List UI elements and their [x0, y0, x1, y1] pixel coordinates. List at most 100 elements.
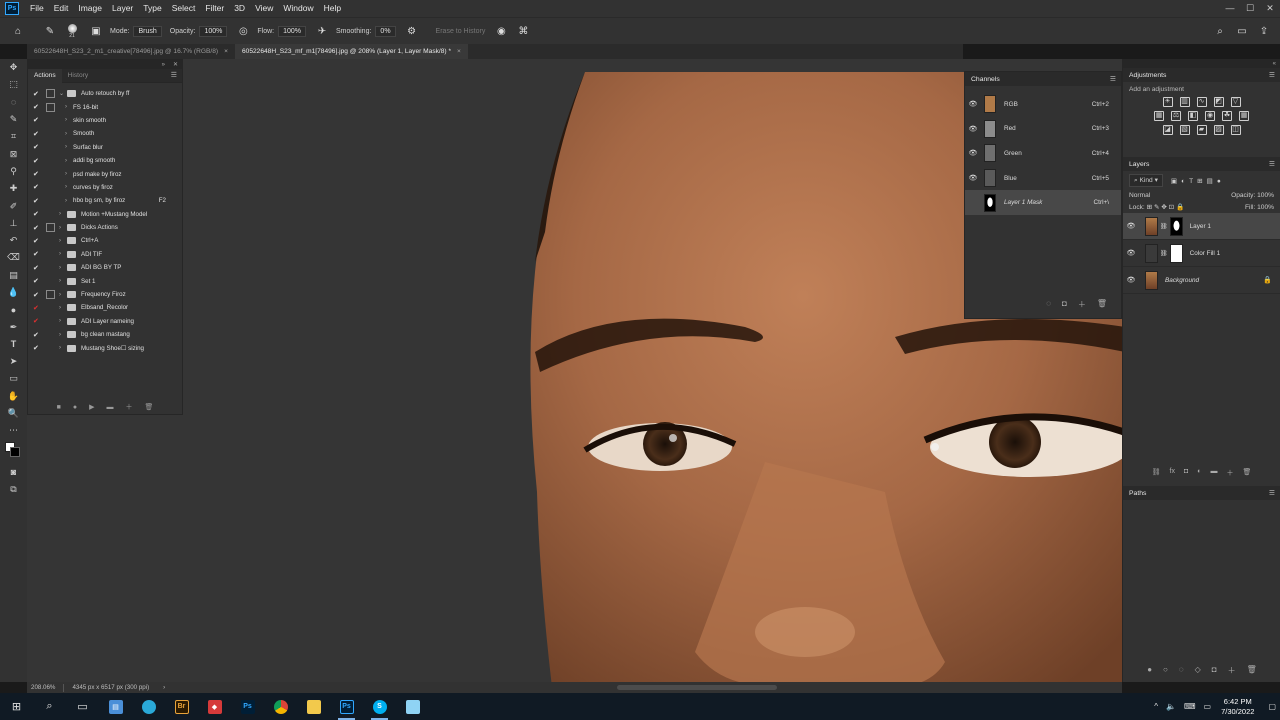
opacity-input[interactable]: 100%: [199, 25, 228, 37]
make-work-path-icon[interactable]: ◇: [1195, 665, 1201, 676]
chevron-right-icon[interactable]: ›: [59, 251, 67, 257]
channel-row[interactable]: 👁 RGB Ctrl+2: [965, 92, 1121, 117]
lock-icon[interactable]: 🔒: [1263, 276, 1272, 284]
layer-row[interactable]: 👁 Background 🔒: [1123, 267, 1280, 294]
flow-input[interactable]: 100%: [278, 25, 306, 37]
panel-menu-icon[interactable]: ☰: [1269, 71, 1275, 79]
dialog-toggle-icon[interactable]: [46, 303, 55, 312]
vibrance-icon[interactable]: ▽: [1230, 97, 1241, 107]
tab-mf-document[interactable]: 60522648H_S23_mf_m1[78496].jpg @ 208% (L…: [234, 44, 468, 59]
dialog-toggle-icon[interactable]: [46, 236, 55, 245]
red-app-icon[interactable]: ◆: [198, 693, 231, 720]
channel-row[interactable]: 👁 Red Ctrl+3: [965, 117, 1121, 142]
visibility-eye-icon[interactable]: 👁: [965, 125, 981, 133]
delete-path-icon[interactable]: 🗑: [1247, 665, 1257, 676]
delete-icon[interactable]: 🗑: [144, 403, 153, 411]
channel-row[interactable]: 👁 Green Ctrl+4: [965, 141, 1121, 166]
search-icon[interactable]: ⌕: [1212, 23, 1228, 39]
smoothing-settings-gear-icon[interactable]: ⚙: [404, 23, 420, 39]
toggle-check-icon[interactable]: ✔: [33, 264, 41, 272]
task-view-icon[interactable]: ▭: [66, 693, 99, 720]
dialog-toggle-icon[interactable]: [46, 330, 55, 339]
dialog-toggle-icon[interactable]: [46, 116, 55, 125]
tab-actions[interactable]: Actions: [28, 68, 62, 83]
photo-filter-icon[interactable]: ◉: [1205, 111, 1215, 121]
gradient-map-icon[interactable]: ▨: [1213, 125, 1224, 135]
language-icon[interactable]: ⌨: [1184, 702, 1196, 711]
load-selection-icon[interactable]: ◌: [1046, 299, 1051, 310]
file-explorer-icon[interactable]: [297, 693, 330, 720]
black-white-icon[interactable]: ◧: [1188, 111, 1198, 121]
dialog-toggle-icon[interactable]: [46, 129, 55, 138]
action-row[interactable]: ✔ › Dicks Actions: [28, 221, 182, 234]
toggle-check-icon[interactable]: ✔: [33, 304, 41, 312]
action-row[interactable]: ✔ › ADI TIF: [28, 248, 182, 261]
chevron-right-icon[interactable]: ›: [59, 265, 67, 271]
chevron-right-icon[interactable]: ›: [59, 238, 67, 244]
network-icon[interactable]: ▭: [1204, 702, 1212, 711]
chevron-down-icon[interactable]: ⌄: [59, 90, 67, 97]
type-tool-icon[interactable]: T: [0, 336, 27, 353]
adjustment-layer-icon[interactable]: ◐: [1197, 468, 1201, 478]
panel-menu-icon[interactable]: ☰: [1269, 160, 1275, 168]
minimize-button[interactable]: —: [1220, 0, 1240, 17]
close-panel-icon[interactable]: ✕: [173, 61, 178, 68]
zoom-level[interactable]: 208.06%: [31, 684, 55, 691]
panel-menu-icon[interactable]: ☰: [1269, 489, 1275, 497]
menu-select[interactable]: Select: [167, 0, 201, 17]
dialog-toggle-icon[interactable]: [46, 183, 55, 192]
chevron-right-icon[interactable]: ›: [59, 305, 67, 311]
kind-filter-select[interactable]: ⌕ Kind ▾: [1129, 174, 1163, 187]
fill-path-icon[interactable]: ●: [1147, 665, 1152, 676]
crop-tool-icon[interactable]: ⌗: [0, 128, 27, 145]
photoshop-pinned-icon[interactable]: Ps: [231, 693, 264, 720]
pressure-opacity-icon[interactable]: ◎: [235, 23, 251, 39]
rectangle-tool-icon[interactable]: ▭: [0, 370, 27, 387]
more-tools-icon[interactable]: ⋯: [0, 422, 27, 439]
panel-menu-icon[interactable]: ☰: [171, 71, 177, 79]
toggle-check-icon[interactable]: ✔: [33, 291, 41, 299]
toggle-check-icon[interactable]: ✔: [33, 237, 41, 245]
toggle-check-icon[interactable]: ✔: [33, 210, 41, 218]
dialog-toggle-icon[interactable]: [46, 210, 55, 219]
save-selection-icon[interactable]: ◘: [1062, 299, 1067, 310]
filter-icons[interactable]: ▣◐T⊞▤●: [1171, 177, 1225, 185]
share-icon[interactable]: ⇪: [1256, 23, 1272, 39]
move-tool-icon[interactable]: ✥: [0, 59, 27, 76]
action-row[interactable]: ✔ › Elbsand_Recolor: [28, 301, 182, 314]
marquee-tool-icon[interactable]: ⬚: [0, 76, 27, 93]
dialog-toggle-icon[interactable]: [46, 277, 55, 286]
visibility-eye-icon[interactable]: 👁: [965, 174, 981, 182]
toggle-check-icon[interactable]: ✔: [33, 250, 41, 258]
dialog-toggle-icon[interactable]: [46, 143, 55, 152]
color-balance-icon[interactable]: ⚖: [1171, 111, 1181, 121]
blur-tool-icon[interactable]: 💧: [0, 284, 27, 301]
notifications-icon[interactable]: ▢: [1268, 702, 1276, 711]
channels-title[interactable]: Channels: [971, 76, 1000, 83]
link-layers-icon[interactable]: ⛓: [1152, 468, 1161, 478]
visibility-eye-icon[interactable]: 👁: [965, 149, 981, 157]
dialog-toggle-icon[interactable]: [46, 223, 55, 233]
clone-stamp-tool-icon[interactable]: ⊥: [0, 215, 27, 232]
layer-mask-thumbnail[interactable]: [1169, 216, 1183, 236]
airbrush-icon[interactable]: ✈: [314, 23, 330, 39]
layer-mask-thumbnail[interactable]: [1169, 243, 1183, 263]
chevron-right-icon[interactable]: ›: [65, 198, 73, 204]
opacity-control[interactable]: Opacity: 100%: [170, 25, 228, 37]
action-row[interactable]: ✔ › Motion +Mustang Model: [28, 208, 182, 221]
toggle-check-icon[interactable]: ✔: [33, 277, 41, 285]
chevron-right-icon[interactable]: ›: [59, 211, 67, 217]
pen-tool-icon[interactable]: ✒: [0, 318, 27, 335]
symmetry-icon[interactable]: ⌘: [515, 23, 531, 39]
group-icon[interactable]: ▬: [1210, 468, 1217, 478]
close-tab-icon[interactable]: ×: [224, 44, 228, 59]
channel-row[interactable]: 👁 Blue Ctrl+5: [965, 166, 1121, 191]
adjustments-title[interactable]: Adjustments: [1129, 72, 1166, 79]
bridge-app-icon[interactable]: Br: [165, 693, 198, 720]
layer-style-icon[interactable]: fx: [1170, 468, 1175, 478]
mask-link-icon[interactable]: ⛓: [1160, 223, 1168, 230]
invert-icon[interactable]: ◪: [1162, 125, 1173, 135]
new-path-icon[interactable]: ＋: [1228, 665, 1236, 676]
volume-icon[interactable]: 🔈: [1166, 702, 1176, 711]
toggle-check-icon[interactable]: ✔: [33, 331, 41, 339]
